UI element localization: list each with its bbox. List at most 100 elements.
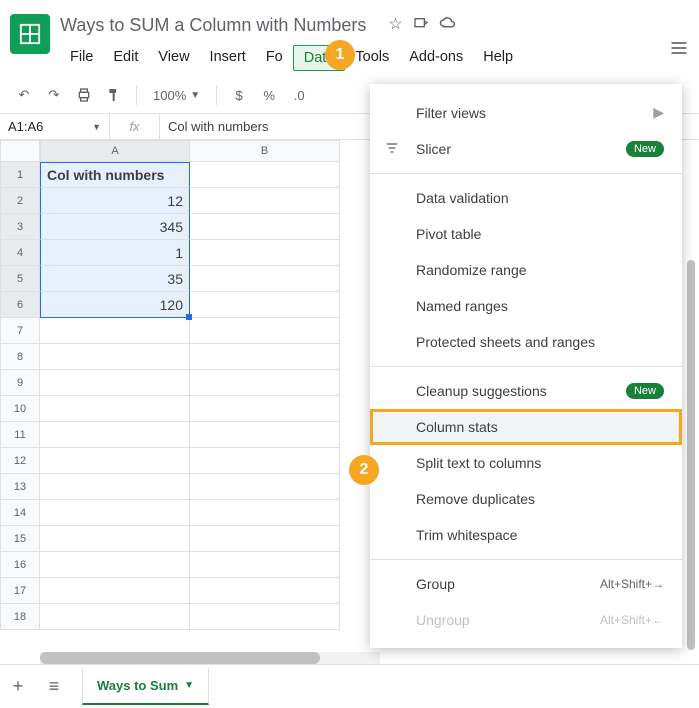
cell[interactable]: 12 — [40, 188, 190, 214]
menu-edit[interactable]: Edit — [103, 45, 148, 71]
row-header[interactable]: 1 — [0, 162, 40, 188]
row-header[interactable]: 15 — [0, 526, 40, 552]
select-all-corner[interactable] — [0, 140, 40, 162]
row-header[interactable]: 5 — [0, 266, 40, 292]
col-header[interactable]: A — [40, 140, 190, 162]
cell[interactable] — [40, 448, 190, 474]
row-header[interactable]: 13 — [0, 474, 40, 500]
row-header[interactable]: 16 — [0, 552, 40, 578]
row-header[interactable]: 2 — [0, 188, 40, 214]
menu-item-data-validation[interactable]: Data validation — [370, 180, 682, 216]
cell[interactable] — [190, 162, 340, 188]
menu-item-pivot-table[interactable]: Pivot table — [370, 216, 682, 252]
menu-item-randomize-range[interactable]: Randomize range — [370, 252, 682, 288]
sheet-tab[interactable]: Ways to Sum▼ — [82, 668, 209, 705]
cell[interactable] — [190, 422, 340, 448]
cell[interactable] — [190, 318, 340, 344]
row-header[interactable]: 10 — [0, 396, 40, 422]
cell[interactable] — [190, 448, 340, 474]
row-header[interactable]: 9 — [0, 370, 40, 396]
undo-button[interactable]: ↶ — [12, 83, 36, 107]
menu-item-remove-duplicates[interactable]: Remove duplicates — [370, 481, 682, 517]
menu-item-group[interactable]: GroupAlt+Shift+→ — [370, 566, 682, 602]
cell[interactable] — [40, 578, 190, 604]
menu-file[interactable]: File — [60, 45, 103, 71]
cell[interactable] — [190, 214, 340, 240]
cell[interactable]: 120 — [40, 292, 190, 318]
row-header[interactable]: 7 — [0, 318, 40, 344]
menu-item-split-text-to-columns[interactable]: Split text to columns — [370, 445, 682, 481]
cell[interactable] — [40, 500, 190, 526]
cell[interactable] — [40, 344, 190, 370]
cell[interactable] — [190, 188, 340, 214]
cell[interactable] — [190, 578, 340, 604]
fx-icon: fx — [110, 114, 160, 139]
menu-help[interactable]: Help — [473, 45, 523, 71]
cell[interactable] — [190, 266, 340, 292]
cell[interactable] — [190, 500, 340, 526]
menu-insert[interactable]: Insert — [200, 45, 256, 71]
formula-bar[interactable]: Col with numbers — [160, 119, 276, 134]
cell[interactable] — [40, 552, 190, 578]
col-header[interactable]: B — [190, 140, 340, 162]
row-header[interactable]: 6 — [0, 292, 40, 318]
star-icon[interactable]: ☆ — [388, 14, 402, 37]
menu-item-ungroup: UngroupAlt+Shift+← — [370, 602, 682, 638]
doc-title[interactable]: Ways to SUM a Column with Numbers — [60, 15, 366, 36]
row-header[interactable]: 4 — [0, 240, 40, 266]
cell[interactable]: Col with numbers — [40, 162, 190, 188]
row-header[interactable]: 14 — [0, 500, 40, 526]
cell[interactable] — [190, 526, 340, 552]
name-box[interactable]: A1:A6▼ — [0, 114, 110, 139]
cell[interactable]: 1 — [40, 240, 190, 266]
decimal-button[interactable]: .0 — [287, 83, 311, 107]
percent-button[interactable]: % — [257, 83, 281, 107]
row-header[interactable]: 8 — [0, 344, 40, 370]
cell[interactable] — [190, 604, 340, 630]
all-sheets-button[interactable]: ≡ — [36, 676, 72, 697]
redo-button[interactable]: ↷ — [42, 83, 66, 107]
horizontal-scrollbar[interactable] — [40, 652, 380, 664]
cell[interactable] — [40, 474, 190, 500]
cell[interactable] — [190, 396, 340, 422]
row-header[interactable]: 3 — [0, 214, 40, 240]
menu-item-trim-whitespace[interactable]: Trim whitespace — [370, 517, 682, 553]
cell[interactable] — [40, 526, 190, 552]
cell[interactable] — [40, 422, 190, 448]
row-header[interactable]: 18 — [0, 604, 40, 630]
cloud-icon[interactable] — [439, 14, 457, 37]
paint-format-button[interactable] — [102, 83, 126, 107]
menu-item-slicer[interactable]: SlicerNew — [370, 131, 682, 167]
zoom-select[interactable]: 100% ▼ — [147, 88, 206, 103]
cell[interactable] — [190, 552, 340, 578]
add-sheet-button[interactable]: + — [0, 676, 36, 697]
cell[interactable]: 345 — [40, 214, 190, 240]
cell[interactable]: 35 — [40, 266, 190, 292]
cell[interactable] — [40, 370, 190, 396]
cell[interactable] — [190, 370, 340, 396]
cell[interactable] — [190, 344, 340, 370]
cell[interactable] — [190, 474, 340, 500]
cell[interactable] — [40, 318, 190, 344]
menu-item-named-ranges[interactable]: Named ranges — [370, 288, 682, 324]
menu-item-filter-views[interactable]: Filter views▶ — [370, 94, 682, 131]
cell[interactable] — [190, 240, 340, 266]
row-header[interactable]: 17 — [0, 578, 40, 604]
vertical-scrollbar[interactable] — [683, 260, 699, 700]
menu-item-column-stats[interactable]: Column stats — [370, 409, 682, 445]
menu-fo[interactable]: Fo — [256, 45, 293, 71]
menu-add-ons[interactable]: Add-ons — [399, 45, 473, 71]
cell[interactable] — [40, 604, 190, 630]
menu-item-cleanup-suggestions[interactable]: Cleanup suggestionsNew — [370, 373, 682, 409]
row-header[interactable]: 12 — [0, 448, 40, 474]
menu-item-protected-sheets-and-ranges[interactable]: Protected sheets and ranges — [370, 324, 682, 360]
row-header[interactable]: 11 — [0, 422, 40, 448]
currency-button[interactable]: $ — [227, 83, 251, 107]
print-button[interactable] — [72, 83, 96, 107]
menu-view[interactable]: View — [148, 45, 199, 71]
move-icon[interactable] — [413, 14, 429, 37]
hamburger-icon[interactable] — [669, 38, 689, 63]
cell[interactable] — [190, 292, 340, 318]
cell[interactable] — [40, 396, 190, 422]
sheets-logo[interactable] — [10, 14, 50, 54]
